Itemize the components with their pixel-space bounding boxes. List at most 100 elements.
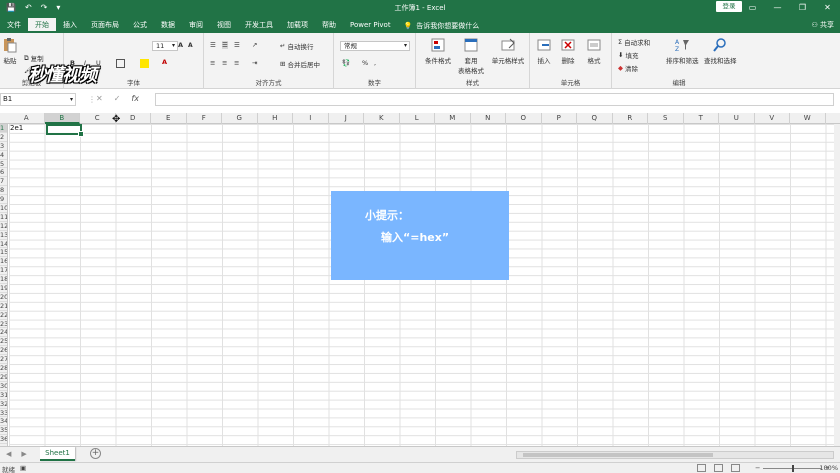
column-header-e[interactable]: E	[151, 113, 187, 124]
add-sheet-icon[interactable]: +	[90, 448, 101, 459]
column-header-q[interactable]: Q	[577, 113, 613, 124]
row-header-35[interactable]: 35	[0, 426, 7, 436]
column-header-v[interactable]: V	[755, 113, 790, 124]
tab-view[interactable]: 视图	[210, 18, 238, 33]
tab-developer[interactable]: 开发工具	[238, 18, 280, 33]
row-header-17[interactable]: 17	[0, 266, 7, 276]
align-center-button[interactable]: ≡	[222, 59, 227, 67]
row-header-11[interactable]: 11	[0, 213, 7, 222]
row-header-10[interactable]: 10	[0, 204, 7, 213]
column-header-n[interactable]: N	[471, 113, 506, 124]
page-break-view-icon[interactable]	[731, 464, 740, 472]
row-header-33[interactable]: 33	[0, 409, 7, 418]
column-header-t[interactable]: T	[684, 113, 719, 124]
row-header-22[interactable]: 22	[0, 311, 7, 320]
close-icon[interactable]: ✕	[815, 0, 840, 15]
tab-home[interactable]: 开始	[28, 18, 56, 33]
row-header-21[interactable]: 21	[0, 302, 7, 311]
percent-button[interactable]: %	[362, 59, 368, 67]
tab-file[interactable]: 文件	[0, 18, 28, 33]
column-header-l[interactable]: L	[400, 113, 435, 124]
name-box[interactable]: B1	[0, 93, 76, 106]
row-header-4[interactable]: 4	[0, 151, 7, 160]
cell-grid[interactable]	[9, 124, 836, 446]
row-header-31[interactable]: 31	[0, 391, 7, 400]
tab-page-layout[interactable]: 页面布局	[84, 18, 126, 33]
align-bottom-button[interactable]: ☰	[234, 41, 240, 49]
delete-cells-button[interactable]: 删除	[560, 37, 576, 65]
tab-addins[interactable]: 加载项	[280, 18, 315, 33]
cancel-icon[interactable]: ✕	[96, 94, 103, 103]
prev-sheet-icon[interactable]: ◀	[6, 450, 11, 458]
tab-review[interactable]: 审阅	[182, 18, 210, 33]
column-header-i[interactable]: I	[293, 113, 329, 124]
grow-font-button[interactable]: A	[178, 41, 183, 49]
tab-formulas[interactable]: 公式	[126, 18, 154, 33]
sheet-tab-sheet1[interactable]: Sheet1	[40, 447, 75, 461]
vertical-scrollbar[interactable]	[834, 124, 840, 446]
tab-insert[interactable]: 插入	[56, 18, 84, 33]
row-header-3[interactable]: 3	[0, 142, 7, 151]
customize-qat-icon[interactable]: ▾	[56, 3, 60, 12]
row-header-30[interactable]: 30	[0, 382, 7, 391]
column-header-d[interactable]: D	[116, 113, 151, 124]
format-cells-button[interactable]: 格式	[586, 37, 602, 65]
column-header-p[interactable]: P	[542, 113, 577, 124]
tab-help[interactable]: 帮助	[315, 18, 343, 33]
row-header-32[interactable]: 32	[0, 400, 7, 409]
cell-a1[interactable]: 2e1	[9, 124, 23, 133]
column-header-j[interactable]: J	[329, 113, 364, 124]
row-header-8[interactable]: 8	[0, 186, 7, 196]
row-header-28[interactable]: 28	[0, 364, 7, 373]
column-header-f[interactable]: F	[187, 113, 222, 124]
comma-button[interactable]: ,	[374, 59, 376, 67]
restore-icon[interactable]: ❐	[790, 0, 815, 15]
formula-input[interactable]	[155, 93, 834, 106]
horizontal-scrollbar[interactable]	[516, 451, 834, 459]
row-header-25[interactable]: 25	[0, 337, 7, 347]
column-header-o[interactable]: O	[506, 113, 542, 124]
row-header-24[interactable]: 24	[0, 328, 7, 338]
row-header-14[interactable]: 14	[0, 240, 7, 249]
format-as-table-button[interactable]: 套用 表格格式	[456, 37, 486, 75]
merge-center-button[interactable]: ⊞ 合并后居中	[280, 59, 320, 69]
minimize-icon[interactable]: —	[765, 0, 790, 15]
column-header-u[interactable]: U	[719, 113, 755, 124]
align-middle-button[interactable]: ☰	[222, 41, 228, 49]
row-header-9[interactable]: 9	[0, 195, 7, 205]
row-header-18[interactable]: 18	[0, 275, 7, 285]
underline-button[interactable]: U	[96, 59, 101, 67]
tell-me-search[interactable]: 💡 告诉我你想要做什么	[404, 18, 480, 33]
column-header-s[interactable]: S	[648, 113, 684, 124]
row-header-15[interactable]: 15	[0, 248, 7, 258]
zoom-level[interactable]: 100%	[819, 464, 838, 472]
row-header-2[interactable]: 2	[0, 133, 7, 142]
indent-button[interactable]: ⇥	[252, 59, 257, 67]
row-header-13[interactable]: 13	[0, 231, 7, 240]
shrink-font-button[interactable]: A	[188, 42, 193, 49]
normal-view-icon[interactable]	[697, 464, 706, 472]
row-header-5[interactable]: 5	[0, 160, 7, 169]
row-header-34[interactable]: 34	[0, 417, 7, 427]
macro-record-icon[interactable]: ▣	[20, 464, 26, 472]
align-left-button[interactable]: ≡	[210, 59, 215, 67]
next-sheet-icon[interactable]: ▶	[21, 450, 26, 458]
scroll-thumb[interactable]	[523, 453, 713, 457]
row-header-16[interactable]: 16	[0, 257, 7, 267]
border-button[interactable]	[116, 59, 125, 68]
paste-button[interactable]: 粘贴	[2, 37, 18, 65]
insert-cells-button[interactable]: 插入	[536, 37, 552, 65]
font-size-select[interactable]: 11	[152, 41, 178, 51]
align-top-button[interactable]: ☰	[210, 41, 216, 49]
row-header-29[interactable]: 29	[0, 373, 7, 382]
insert-function-icon[interactable]: fx	[131, 94, 139, 103]
save-icon[interactable]: 💾	[6, 3, 16, 12]
row-header-1[interactable]: 1	[0, 124, 7, 133]
row-header-12[interactable]: 12	[0, 222, 7, 231]
ribbon-display-icon[interactable]: ▭	[740, 0, 765, 15]
zoom-track[interactable]	[763, 464, 822, 472]
column-header-k[interactable]: K	[364, 113, 400, 124]
column-header-r[interactable]: R	[613, 113, 648, 124]
conditional-format-button[interactable]: 条件格式	[422, 37, 454, 65]
share-button[interactable]: ⚇ 共享	[811, 20, 834, 30]
